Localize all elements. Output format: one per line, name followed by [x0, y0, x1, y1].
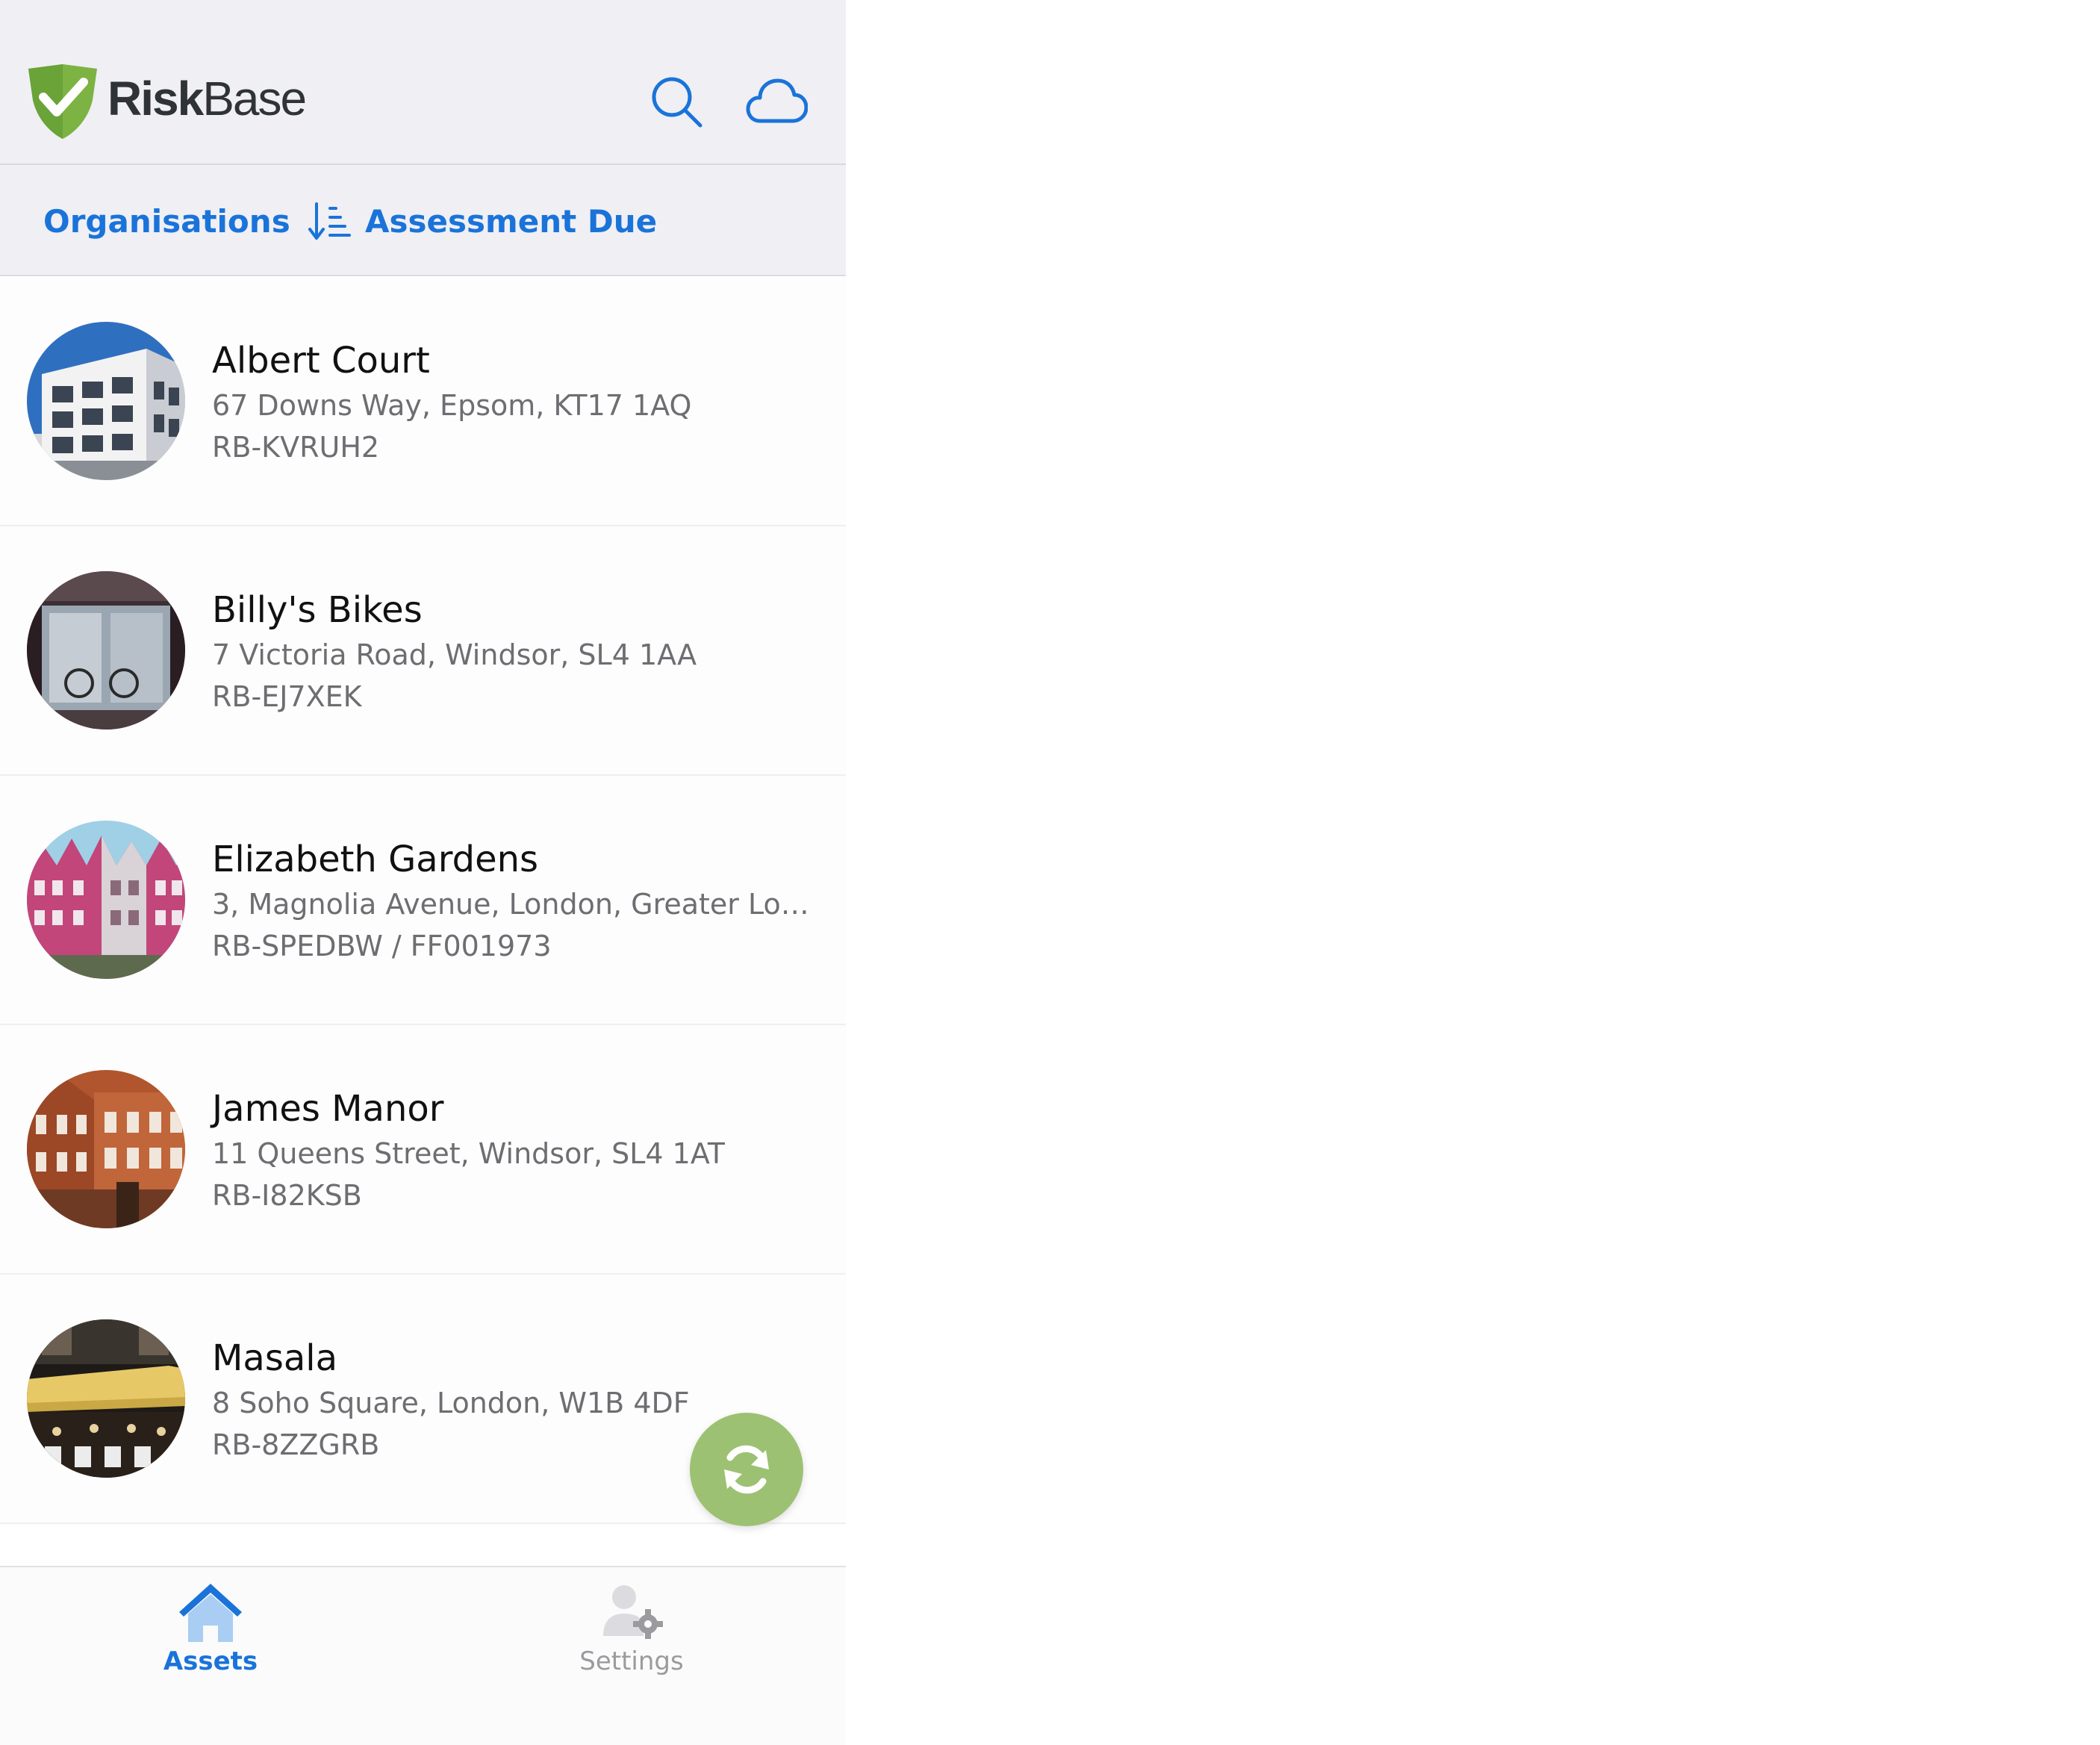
user-settings-icon [603, 1585, 663, 1639]
tab-settings[interactable]: Settings [520, 1567, 744, 1702]
sort-ascending-icon[interactable] [308, 201, 352, 243]
asset-photo [27, 1319, 185, 1478]
tab-bar: Assets Settings [0, 1566, 846, 1745]
asset-address: 67 Downs Way, Epsom, KT17 1AQ [212, 389, 692, 422]
asset-row-elizabeth-gardens[interactable]: Elizabeth Gardens 3, Magnolia Avenue, Lo… [0, 776, 846, 1025]
shopfront-photo-image [27, 571, 185, 730]
header: RiskBase Organisations Assessment Due [0, 0, 846, 276]
manor-photo-image [27, 1070, 185, 1228]
asset-address: 7 Victoria Road, Windsor, SL4 1AA [212, 638, 697, 671]
asset-row-albert-court[interactable]: Albert Court 67 Downs Way, Epsom, KT17 1… [0, 277, 846, 526]
asset-photo [27, 571, 185, 730]
asset-name: Albert Court [212, 340, 430, 382]
tab-assets-label: Assets [163, 1646, 258, 1676]
asset-address: 11 Queens Street, Windsor, SL4 1AT [212, 1137, 726, 1170]
brand-name-regular: Base [202, 72, 307, 125]
asset-row-billys-bikes[interactable]: Billy's Bikes 7 Victoria Road, Windsor, … [0, 526, 846, 776]
organisations-filter-button[interactable]: Organisations [43, 199, 290, 244]
asset-address: 3, Magnolia Avenue, London, Greater Lon.… [212, 888, 809, 921]
asset-name: James Manor [212, 1088, 444, 1130]
brand-name-bold: Risk [108, 72, 204, 125]
brand-name: RiskBase [108, 67, 307, 130]
restaurant-photo-image [27, 1319, 185, 1478]
assets-screen: RiskBase Organisations Assessment Due Al… [0, 0, 846, 1745]
asset-reference: RB-EJ7XEK [212, 680, 362, 713]
tab-assets[interactable]: Assets [99, 1567, 323, 1702]
building-photo-image [27, 322, 185, 480]
asset-photo [27, 1070, 185, 1228]
asset-name: Billy's Bikes [212, 589, 423, 631]
asset-reference: RB-KVRUH2 [212, 431, 380, 464]
sync-icon [724, 1445, 769, 1494]
sort-assessment-due-button[interactable]: Assessment Due [365, 199, 657, 244]
asset-photo [27, 821, 185, 979]
asset-name: Elizabeth Gardens [212, 839, 539, 880]
asset-photo [27, 322, 185, 480]
asset-reference: RB-SPEDBW / FF001973 [212, 930, 552, 962]
riskbase-logo-icon [28, 64, 97, 139]
asset-name: Masala [212, 1337, 337, 1379]
asset-reference: RB-I82KSB [212, 1179, 362, 1212]
asset-list: Albert Court 67 Downs Way, Epsom, KT17 1… [0, 277, 846, 1525]
cloud-icon[interactable] [745, 76, 808, 125]
filter-bar: Organisations Assessment Due [0, 167, 846, 276]
asset-row-james-manor[interactable]: James Manor 11 Queens Street, Windsor, S… [0, 1025, 846, 1275]
tab-settings-label: Settings [579, 1646, 684, 1676]
asset-reference: RB-8ZZGRB [212, 1428, 380, 1461]
home-icon [179, 1584, 242, 1642]
top-bar: RiskBase [0, 0, 846, 165]
search-icon[interactable] [649, 75, 703, 128]
sync-button[interactable] [690, 1413, 803, 1526]
asset-address: 8 Soho Square, London, W1B 4DF [212, 1387, 690, 1419]
townhouses-photo-image [27, 821, 185, 979]
